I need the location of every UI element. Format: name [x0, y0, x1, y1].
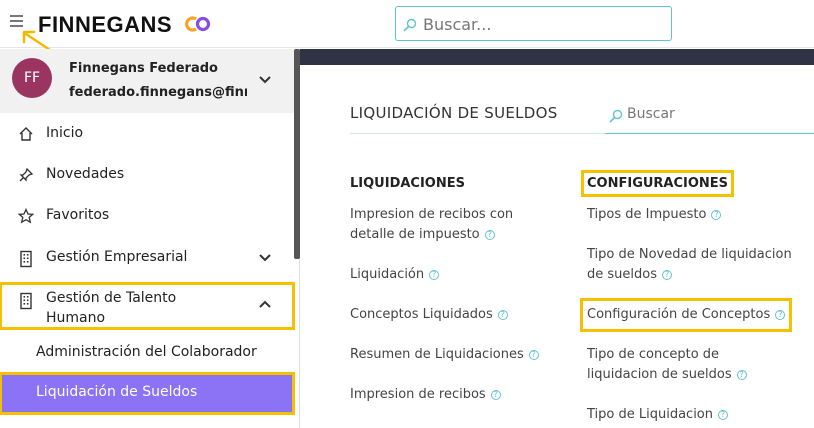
- main-content: LIQUIDACIÓN DE SUELDOS LIQUIDACIONES Imp…: [300, 49, 814, 428]
- section-search-input[interactable]: [627, 102, 807, 126]
- help-icon[interactable]: ?: [497, 310, 508, 320]
- menu-link-label: Tipo de Liquidacion: [587, 407, 714, 422]
- sidebar-subitem-label: Liquidación de Sueldos: [36, 384, 198, 400]
- global-search-input[interactable]: [423, 11, 663, 37]
- user-email: federado.finnegans@finn...: [69, 85, 247, 100]
- help-icon[interactable]: ?: [484, 230, 495, 240]
- menu-link[interactable]: Conceptos Liquidados?: [350, 305, 508, 325]
- menu-link[interactable]: Tipo de Novedad de liquidacion de sueldo…: [587, 245, 802, 285]
- user-profile[interactable]: FF Finnegans Federado federado.finnegans…: [0, 49, 294, 113]
- building-icon: [20, 292, 32, 310]
- menu-link[interactable]: Tipos de Impuesto?: [587, 205, 722, 225]
- help-icon[interactable]: ?: [661, 270, 672, 280]
- pin-icon: [19, 167, 34, 182]
- sidebar-item-label: Gestión Empresarial: [46, 249, 188, 265]
- help-icon[interactable]: ?: [775, 310, 786, 320]
- help-icon[interactable]: ?: [736, 370, 747, 380]
- menu-link-configuracion-conceptos[interactable]: Configuración de Conceptos?: [579, 298, 793, 332]
- search-icon: [609, 109, 623, 123]
- menu-link-label: Tipo de Novedad de liquidacion de sueldo…: [587, 247, 792, 282]
- menu-link-label: Configuración de Conceptos: [587, 307, 771, 322]
- help-icon[interactable]: ?: [490, 390, 501, 400]
- help-icon[interactable]: ?: [718, 410, 729, 420]
- page-title: LIQUIDACIÓN DE SUELDOS: [350, 104, 558, 122]
- avatar: FF: [12, 58, 52, 98]
- column-heading-liquidaciones: LIQUIDACIONES: [350, 176, 465, 191]
- section-search[interactable]: [605, 102, 814, 130]
- column-heading-configuraciones: CONFIGURACIONES: [580, 170, 735, 197]
- sidebar-item-label: Gestión de Talento Humano: [46, 290, 177, 326]
- help-icon[interactable]: ?: [429, 270, 440, 280]
- global-search[interactable]: [395, 6, 672, 41]
- chevron-up-icon: [259, 300, 271, 308]
- help-icon[interactable]: ?: [528, 350, 539, 360]
- top-bar: FINNEGANS: [0, 0, 814, 52]
- help-icon[interactable]: ?: [711, 210, 722, 220]
- menu-icon[interactable]: [10, 15, 24, 29]
- menu-link-label: Liquidación: [350, 267, 425, 282]
- app-logo: FINNEGANS: [38, 12, 173, 37]
- menu-link[interactable]: Tipo de concepto de liquidacion de sueld…: [587, 345, 747, 385]
- sidebar-subitem-administracion-colaborador[interactable]: Administración del Colaborador: [0, 333, 294, 373]
- sidebar: FF Finnegans Federado federado.finnegans…: [0, 49, 300, 428]
- chevron-down-icon: [259, 254, 271, 262]
- sidebar-item-label: Novedades: [46, 166, 125, 182]
- menu-link[interactable]: Tipo de Liquidacion?: [587, 405, 729, 425]
- star-icon: [18, 208, 34, 224]
- sidebar-item-gestion-empresarial[interactable]: Gestión Empresarial: [0, 239, 294, 279]
- logo-mark-icon: [185, 16, 211, 32]
- menu-link-label: Tipo de concepto de liquidacion de sueld…: [587, 347, 732, 382]
- search-icon: [403, 18, 417, 32]
- chevron-down-icon[interactable]: [258, 75, 272, 85]
- menu-link[interactable]: Liquidación?: [350, 265, 440, 285]
- header-band: [300, 49, 814, 65]
- menu-link[interactable]: Impresion de recibos?: [350, 385, 501, 405]
- sidebar-item-label: Favoritos: [46, 207, 110, 223]
- sidebar-item-favoritos[interactable]: Favoritos: [0, 197, 294, 237]
- sidebar-item-label: Inicio: [46, 125, 84, 141]
- building-icon: [20, 250, 32, 268]
- menu-link-label: Resumen de Liquidaciones: [350, 347, 524, 362]
- home-icon: [19, 127, 33, 141]
- menu-link-label: Conceptos Liquidados: [350, 307, 493, 322]
- menu-link[interactable]: Resumen de Liquidaciones?: [350, 345, 539, 365]
- sidebar-item-novedades[interactable]: Novedades: [0, 156, 294, 196]
- search-underline: [605, 133, 814, 134]
- menu-link-label: Tipos de Impuesto: [587, 207, 707, 222]
- user-name: Finnegans Federado: [69, 61, 218, 76]
- menu-link-label: Impresion de recibos: [350, 387, 486, 402]
- sidebar-subitem-label: Administración del Colaborador: [36, 344, 257, 360]
- sidebar-item-gestion-talento-humano[interactable]: Gestión de Talento Humano: [0, 282, 295, 330]
- sidebar-subitem-liquidacion-sueldos[interactable]: Liquidación de Sueldos: [0, 372, 295, 415]
- sidebar-item-inicio[interactable]: Inicio: [0, 115, 294, 155]
- menu-link[interactable]: Impresion de recibos con detalle de impu…: [350, 205, 550, 245]
